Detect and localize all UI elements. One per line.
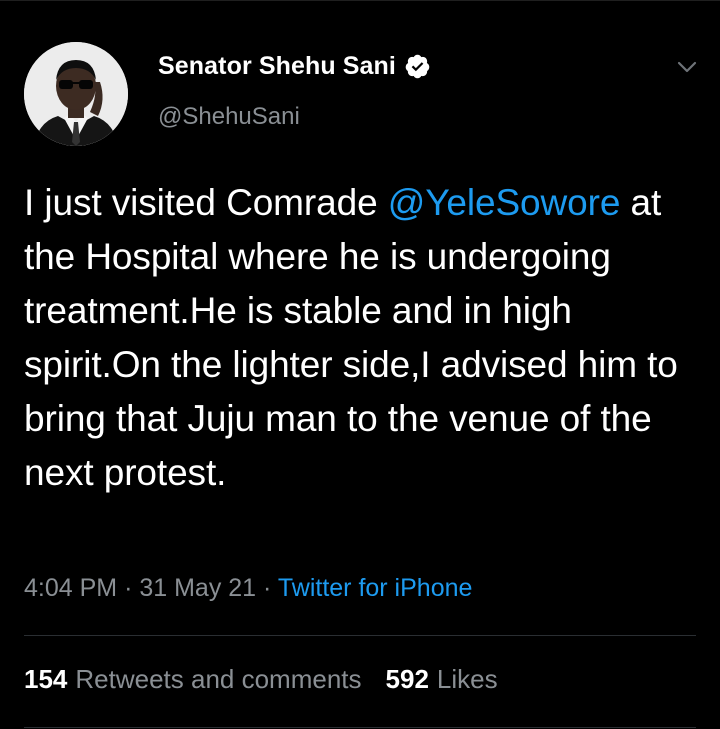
likes-label: Likes bbox=[436, 664, 498, 694]
author-name-row: Senator Shehu Sani bbox=[158, 52, 431, 81]
tweet-source-link[interactable]: Twitter for iPhone bbox=[278, 574, 473, 602]
tweet-text: I just visited Comrade @YeleSowore at th… bbox=[24, 176, 704, 500]
top-divider bbox=[0, 0, 720, 1]
tweet-text-part: I just visited Comrade bbox=[24, 182, 388, 223]
likes-count: 592 bbox=[385, 664, 429, 694]
verified-badge-icon bbox=[405, 54, 430, 79]
mention-link[interactable]: @YeleSowore bbox=[388, 182, 621, 223]
tweet-date[interactable]: 31 May 21 bbox=[139, 574, 256, 602]
likes-stat[interactable]: 592 Likes bbox=[386, 664, 498, 695]
chevron-down-icon bbox=[677, 61, 697, 73]
tweet-text-part: at the Hospital where he is undergoing t… bbox=[24, 182, 678, 493]
tweet-meta: 4:04 PM · 31 May 21 · Twitter for iPhone bbox=[24, 574, 472, 603]
avatar-photo bbox=[24, 42, 128, 146]
author-display-name[interactable]: Senator Shehu Sani bbox=[158, 52, 396, 81]
meta-separator: · bbox=[124, 574, 133, 602]
engagement-stats: 154 Retweets and comments 592 Likes bbox=[24, 664, 498, 695]
tweet-menu-button[interactable] bbox=[670, 50, 704, 84]
meta-separator: · bbox=[263, 574, 272, 602]
divider bbox=[24, 635, 696, 636]
avatar[interactable] bbox=[24, 42, 128, 146]
tweet-time[interactable]: 4:04 PM bbox=[24, 574, 117, 602]
author-handle[interactable]: @ShehuSani bbox=[158, 103, 300, 131]
divider bbox=[24, 727, 696, 728]
retweets-stat[interactable]: 154 Retweets and comments bbox=[24, 664, 362, 695]
retweets-count: 154 bbox=[24, 664, 68, 694]
retweets-label: Retweets and comments bbox=[75, 664, 362, 694]
